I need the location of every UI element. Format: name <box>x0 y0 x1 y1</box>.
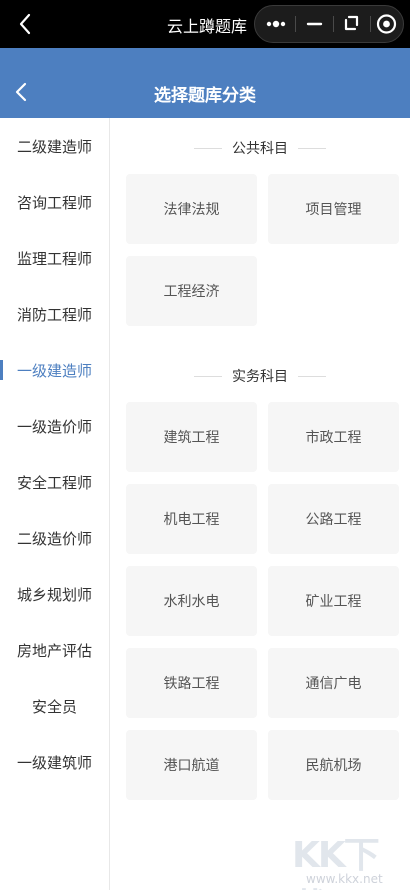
sidebar-item-label: 一级建造师 <box>16 361 92 380</box>
page-header: 选择题库分类 <box>0 48 410 118</box>
divider-line <box>194 147 222 149</box>
subject-card[interactable]: 工程经济 <box>126 256 257 326</box>
float-window-icon[interactable] <box>332 6 369 42</box>
sidebar-item-label: 房地产评估 <box>16 641 92 660</box>
subject-label: 公路工程 <box>305 512 362 528</box>
sidebar-item-label: 一级建筑师 <box>16 753 92 772</box>
subject-label: 项目管理 <box>305 202 362 218</box>
mini-program-bar: 云上蹲题库 <box>0 0 410 48</box>
active-indicator <box>0 360 3 380</box>
sidebar-item[interactable]: 消防工程师 <box>0 286 109 342</box>
sidebar-item[interactable]: 咨询工程师 <box>0 174 109 230</box>
section-title: 公共科目 <box>232 141 288 157</box>
sidebar-item[interactable]: 安全员 <box>0 678 109 734</box>
watermark: KK下载 www.kkx.net <box>290 826 410 890</box>
sidebar-item-label: 二级造价师 <box>16 529 92 548</box>
subject-card[interactable]: 机电工程 <box>126 484 257 554</box>
subject-card[interactable]: 民航机场 <box>268 730 399 800</box>
subject-card[interactable]: 通信广电 <box>268 648 399 718</box>
subject-label: 机电工程 <box>163 512 220 528</box>
sidebar-item[interactable]: 一级造价师 <box>0 398 109 454</box>
sidebar-item-label: 城乡规划师 <box>16 585 92 604</box>
subject-label: 工程经济 <box>163 284 220 300</box>
sidebar-item[interactable]: 城乡规划师 <box>0 566 109 622</box>
subject-card[interactable]: 法律法规 <box>126 174 257 244</box>
sidebar-item[interactable]: 监理工程师 <box>0 230 109 286</box>
subject-card[interactable]: 水利水电 <box>126 566 257 636</box>
subject-label: 通信广电 <box>305 676 362 692</box>
sidebar-item-label: 咨询工程师 <box>16 193 92 212</box>
sidebar-item[interactable]: 房地产评估 <box>0 622 109 678</box>
page-title: 选择题库分类 <box>154 86 256 106</box>
subject-label: 建筑工程 <box>163 430 220 446</box>
subject-label: 港口航道 <box>163 758 220 774</box>
sidebar-item-label: 消防工程师 <box>16 305 92 324</box>
sidebar-item-label: 安全工程师 <box>16 473 92 492</box>
category-sidebar: 二级建造师 咨询工程师 监理工程师 消防工程师 一级建造师 一级造价师 安全工程… <box>0 118 110 890</box>
section-title: 实务科目 <box>232 369 288 385</box>
sidebar-item[interactable]: 一级建筑师 <box>0 734 109 790</box>
section-heading: 实务科目 <box>110 366 410 386</box>
subject-panel: 公共科目 法律法规 项目管理 工程经济 实务科目 建筑工程 市政工程 机电工程 … <box>110 118 410 890</box>
subject-card[interactable]: 矿业工程 <box>268 566 399 636</box>
subject-card[interactable]: 公路工程 <box>268 484 399 554</box>
divider-line <box>298 375 326 377</box>
subject-label: 民航机场 <box>305 758 362 774</box>
subject-label: 铁路工程 <box>163 676 220 692</box>
subject-card[interactable]: 项目管理 <box>268 174 399 244</box>
sidebar-item-label: 一级造价师 <box>16 417 92 436</box>
subject-label: 市政工程 <box>305 430 362 446</box>
sidebar-item[interactable]: 安全工程师 <box>0 454 109 510</box>
sidebar-item-label: 安全员 <box>31 697 77 716</box>
divider-line <box>298 147 326 149</box>
subject-label: 水利水电 <box>163 594 220 610</box>
watermark-url: www.kkx.net <box>306 872 383 886</box>
subject-card[interactable]: 港口航道 <box>126 730 257 800</box>
subject-label: 矿业工程 <box>305 594 362 610</box>
subject-card[interactable]: 市政工程 <box>268 402 399 472</box>
subject-card[interactable]: 建筑工程 <box>126 402 257 472</box>
capsule-menu <box>254 5 404 43</box>
sidebar-item[interactable]: 二级建造师 <box>0 118 109 174</box>
sidebar-item-label: 监理工程师 <box>16 249 92 268</box>
close-target-icon[interactable] <box>368 6 405 42</box>
section-heading: 公共科目 <box>110 138 410 158</box>
divider-line <box>194 375 222 377</box>
minimize-icon[interactable] <box>296 6 333 42</box>
subject-label: 法律法规 <box>163 202 220 218</box>
sidebar-item[interactable]: 二级造价师 <box>0 510 109 566</box>
sidebar-item-label: 二级建造师 <box>16 137 92 156</box>
sidebar-item-active[interactable]: 一级建造师 <box>0 342 109 398</box>
subject-card[interactable]: 铁路工程 <box>126 648 257 718</box>
more-icon[interactable] <box>257 6 294 42</box>
